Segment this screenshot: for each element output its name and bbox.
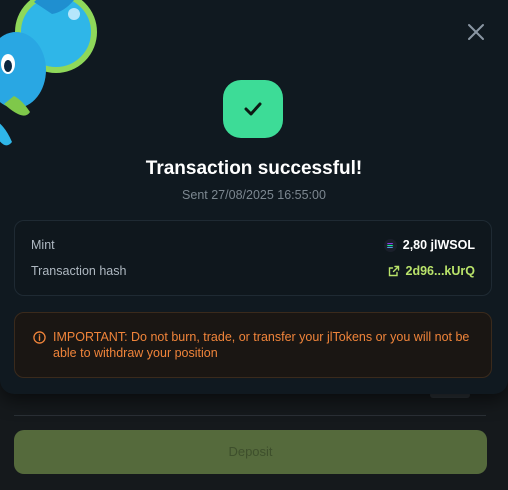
checkmark-icon xyxy=(244,102,262,116)
transaction-hash-link[interactable]: 2d96...kUrQ xyxy=(388,264,475,278)
success-badge xyxy=(223,80,283,138)
hash-label: Transaction hash xyxy=(31,264,127,278)
info-icon xyxy=(33,331,46,344)
mint-label: Mint xyxy=(31,238,55,252)
warning-text: IMPORTANT: Do not burn, trade, or transf… xyxy=(53,330,470,360)
close-icon xyxy=(468,24,484,40)
mint-row: Mint 2,80 jlWSOL xyxy=(31,236,475,254)
sent-timestamp: Sent 27/08/2025 16:55:00 xyxy=(182,188,326,202)
background-input xyxy=(14,396,486,416)
mint-value: 2,80 jlWSOL xyxy=(402,238,475,252)
transaction-details-card: Mint 2,80 jlWSOL Transaction hash 2d96..… xyxy=(14,220,492,296)
modal-title: Transaction successful! xyxy=(145,158,363,179)
success-modal: Transaction successful! Sent 27/08/2025 … xyxy=(0,0,508,394)
deposit-button: Deposit xyxy=(14,430,487,474)
hash-value: 2d96...kUrQ xyxy=(405,264,475,278)
mint-value-group: 2,80 jlWSOL xyxy=(383,238,475,252)
warning-banner: IMPORTANT: Do not burn, trade, or transf… xyxy=(14,312,492,378)
mascot-illustration xyxy=(0,0,97,146)
external-link-icon xyxy=(388,265,399,277)
close-button[interactable] xyxy=(466,22,486,42)
solana-icon xyxy=(383,238,397,252)
hash-row: Transaction hash 2d96...kUrQ xyxy=(31,262,475,280)
